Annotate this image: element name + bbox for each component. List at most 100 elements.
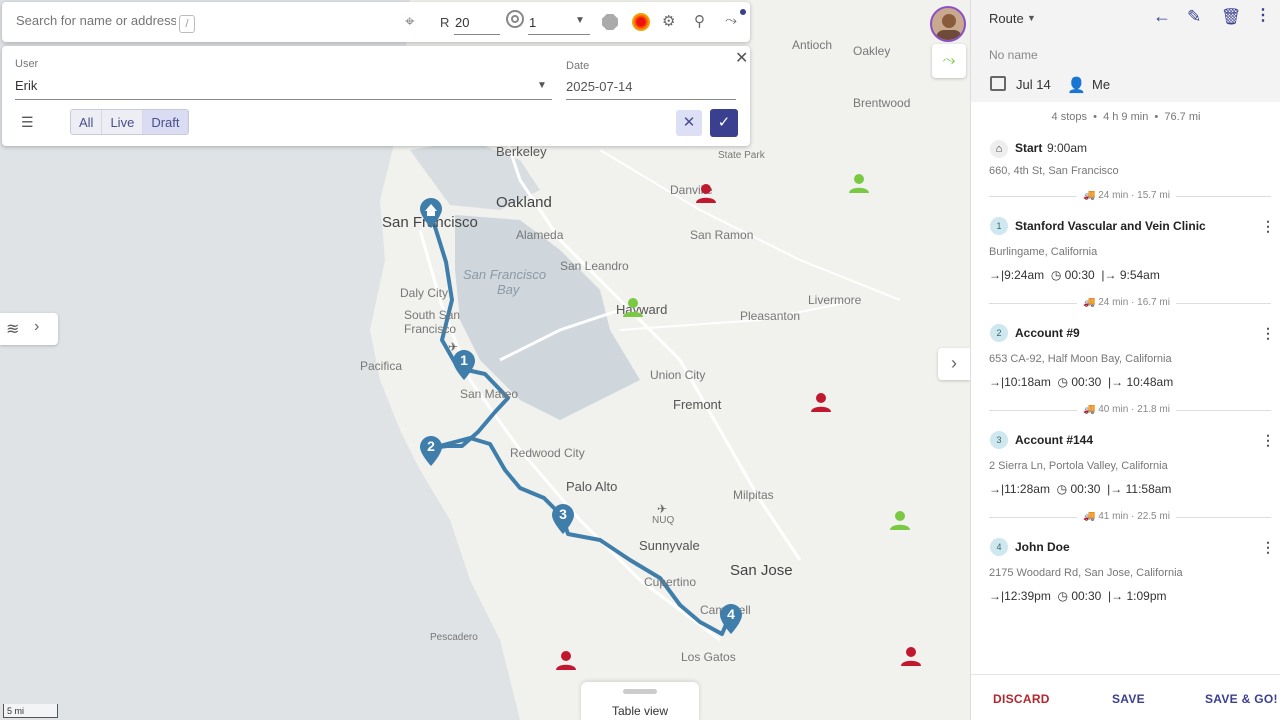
more-vertical-icon[interactable]: ⋮ [1261,325,1275,342]
arrive-icon: →| [989,268,1005,282]
arrive-time[interactable]: 12:39pm [1004,589,1051,603]
stop-icon[interactable] [602,14,618,30]
depart-icon: |→ [1108,375,1124,389]
route-icon[interactable]: ⤳ [725,12,737,29]
leg-info: 24 min · 15.7 mi [1098,190,1170,201]
city-label: Redwood City [510,446,585,460]
more-vertical-icon[interactable]: ⋮ [1261,539,1275,556]
chevron-down-icon[interactable]: ▼ [1027,13,1036,23]
leg-info: 24 min · 16.7 mi [1098,297,1170,308]
start-home-marker[interactable] [420,198,442,228]
table-view-tab[interactable]: Table view [581,682,699,720]
count-select[interactable]: 1 [529,15,536,30]
stop-marker-4[interactable]: 4 [720,604,742,634]
depart-icon: |→ [1101,268,1117,282]
depart-icon: |→ [1108,589,1124,603]
save-button[interactable]: SAVE [1112,692,1145,706]
notification-dot [740,9,746,15]
route-title-select[interactable]: Route [989,11,1024,26]
leg-divider: 🚚 41 min · 22.5 mi [989,511,1271,525]
target-icon [506,10,524,28]
leg-divider: 🚚 24 min · 15.7 mi [989,190,1271,204]
person-marker-red[interactable] [900,646,922,668]
city-label: Sunnyvale [639,538,700,553]
chevron-right-icon: › [34,318,40,335]
radius-underline [454,34,500,35]
edit-icon[interactable]: ✎ [1187,7,1201,27]
chevron-down-icon[interactable]: ▼ [575,15,585,26]
duration[interactable]: 00:30 [1070,482,1100,496]
more-vertical-icon[interactable]: ⋮ [1261,218,1275,235]
arrive-icon: →| [989,589,1005,603]
map-pin-icon[interactable]: ⚲ [694,12,705,30]
duration[interactable]: 00:30 [1071,589,1101,603]
user-select[interactable]: Erik [15,78,37,93]
arrive-time[interactable]: 10:18am [1004,375,1051,389]
stop-marker-2[interactable]: 2 [420,436,442,466]
search-input[interactable] [16,13,176,28]
count-underline [528,34,590,35]
more-vertical-icon[interactable]: ⋮ [1255,5,1271,25]
city-label: Pleasanton [740,309,801,323]
stop-times: →|10:18am ◷ 00:30 |→ 10:48am [989,375,1173,389]
user-underline [15,99,552,100]
stop-name[interactable]: Account #9 [1015,326,1080,340]
heatmap-icon[interactable] [632,13,650,31]
city-label: Milpitas [733,488,774,502]
person-marker-red[interactable] [555,650,577,672]
route-date[interactable]: Jul 14 [1016,77,1051,92]
chevron-down-icon[interactable]: ▼ [537,80,547,91]
back-arrow-icon[interactable]: ← [1153,6,1171,27]
delete-icon[interactable]: 🗑 [1221,7,1241,27]
segment-live[interactable]: Live [102,110,144,134]
city-label: State Park [718,150,765,161]
city-label: Palo Alto [566,479,618,494]
stop-times: →|9:24am ◷ 00:30 |→ 9:54am [989,268,1160,282]
drag-handle[interactable] [623,689,657,694]
city-label: Brentwood [853,96,911,110]
truck-icon: 🚚 [1083,190,1096,201]
start-time[interactable]: 9:00am [1047,141,1087,155]
map-settings-icon[interactable]: ⚙ [662,12,675,30]
depart-time: 1:09pm [1126,589,1167,603]
city-label: South San Francisco [404,308,461,336]
person-marker-red[interactable] [810,392,832,414]
city-label: San Ramon [690,228,754,242]
route-name-input[interactable]: No name [989,48,1038,62]
arrive-time[interactable]: 11:28am [1004,482,1050,496]
stop-name[interactable]: Account #144 [1015,433,1093,447]
stop-address: 653 CA-92, Half Moon Bay, California [989,353,1172,365]
person-marker-green[interactable] [848,173,870,195]
apply-filter-button[interactable]: ✓ [710,109,738,137]
route-toggle-icon[interactable]: ⤳ [932,44,966,78]
segment-all[interactable]: All [71,110,103,134]
duration[interactable]: 00:30 [1065,268,1095,282]
airport-icon: ✈ [657,502,668,516]
clear-filter-button[interactable]: ✕ [676,110,702,136]
stop-marker-1[interactable]: 1 [453,350,475,380]
date-input[interactable]: 2025-07-14 [566,79,633,94]
stop-marker-3[interactable]: 3 [552,504,574,534]
stop-name[interactable]: Stanford Vascular and Vein Clinic [1015,219,1206,233]
close-icon[interactable]: ✕ [735,48,748,68]
city-label: Oakley [853,44,891,58]
person-marker-green[interactable] [622,297,644,319]
person-marker-red[interactable] [695,183,717,205]
arrive-time[interactable]: 9:24am [1004,268,1044,282]
stop-name[interactable]: John Doe [1015,540,1070,554]
collapse-panel-button[interactable]: › [938,348,970,380]
person-marker-green[interactable] [889,510,911,532]
duration[interactable]: 00:30 [1071,375,1101,389]
checklist-icon[interactable]: ☰ [21,114,34,131]
save-and-go-button[interactable]: SAVE & GO! [1205,692,1278,706]
date-underline [566,99,736,100]
radius-input[interactable]: 20 [455,15,469,30]
segment-draft[interactable]: Draft [143,110,189,134]
route-driver[interactable]: Me [1092,77,1110,92]
more-vertical-icon[interactable]: ⋮ [1261,432,1275,449]
locate-icon[interactable]: ⌖ [405,12,415,32]
avatar[interactable] [930,6,966,42]
stop-number-badge: 4 [990,538,1008,556]
discard-button[interactable]: DISCARD [993,692,1050,706]
layers-toggle[interactable]: ≋ › [0,313,58,345]
